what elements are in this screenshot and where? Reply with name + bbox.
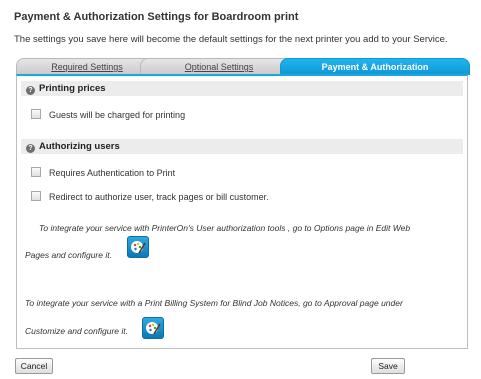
help-circle-icon[interactable]: ? <box>26 86 35 95</box>
configure-billing-button[interactable] <box>142 317 164 339</box>
option-guests-charged: Guests will be charged for printing <box>31 109 185 120</box>
tab-payment-authorization[interactable]: Payment & Authorization <box>280 58 470 75</box>
palette-configure-icon <box>131 241 146 254</box>
page-description: The settings you save here will become t… <box>14 34 448 45</box>
help-circle-icon[interactable]: ? <box>26 144 35 153</box>
settings-tabs: Required Settings Optional Settings Paym… <box>16 58 470 75</box>
tab-required-settings[interactable]: Required Settings <box>16 58 158 75</box>
user-auth-info-line1: To integrate your service with PrinterOn… <box>39 223 411 233</box>
section-header-printing-prices: ? Printing prices <box>21 81 463 96</box>
redirect-authorize-checkbox[interactable] <box>31 191 41 201</box>
redirect-authorize-label: Redirect to authorize user, track pages … <box>49 192 269 202</box>
option-requires-authentication: Requires Authentication to Print <box>31 167 175 178</box>
option-redirect-authorize: Redirect to authorize user, track pages … <box>31 191 269 202</box>
configure-user-auth-button[interactable] <box>127 236 149 258</box>
page-title: Payment & Authorization Settings for Boa… <box>14 11 299 23</box>
cancel-button[interactable]: Cancel <box>15 358 53 374</box>
user-auth-info-line2: Pages and configure it. <box>25 250 112 260</box>
billing-info-line1: To integrate your service with a Print B… <box>25 298 403 308</box>
guests-charged-label: Guests will be charged for printing <box>49 110 186 120</box>
tab-optional-settings[interactable]: Optional Settings <box>140 58 298 75</box>
save-button[interactable]: Save <box>371 358 405 374</box>
section-header-authorizing-users: ? Authorizing users <box>21 139 463 154</box>
requires-authentication-label: Requires Authentication to Print <box>49 168 176 178</box>
requires-authentication-checkbox[interactable] <box>31 167 41 177</box>
printing-prices-title: Printing prices <box>39 83 106 94</box>
authorizing-users-title: Authorizing users <box>39 141 120 152</box>
guests-charged-checkbox[interactable] <box>31 109 41 119</box>
settings-panel: ? Printing prices Guests will be charged … <box>16 74 468 349</box>
palette-configure-icon <box>146 322 161 335</box>
billing-info-line2: Customize and configure it. <box>25 326 128 336</box>
